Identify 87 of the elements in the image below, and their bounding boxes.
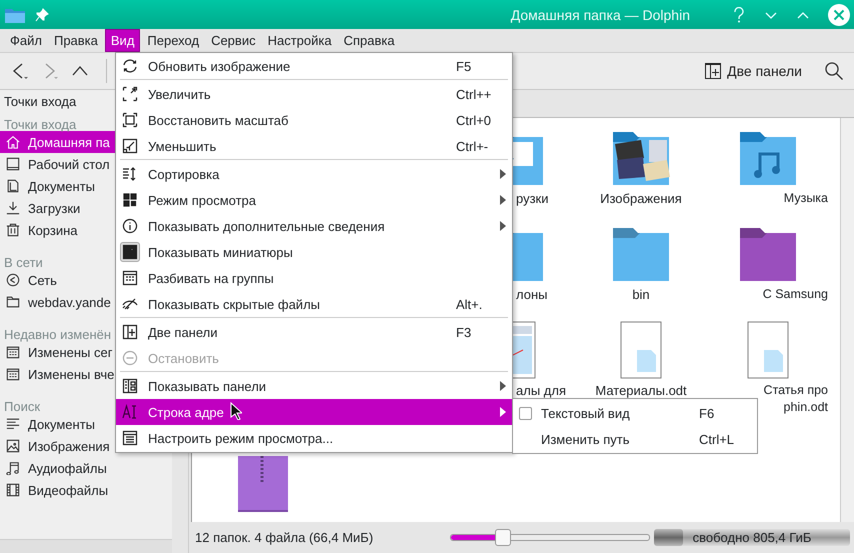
menu-item[interactable]: Увеличить Ctrl++ (116, 81, 512, 107)
menu-item[interactable]: Обновить изображение F5 (116, 53, 512, 79)
hidden-eye-icon (122, 296, 138, 312)
menu-item[interactable]: Показывать скрытые файлы Alt+. (116, 291, 512, 317)
file-name: Изображения (600, 190, 682, 207)
zoom-slider[interactable] (450, 529, 650, 546)
file-name: рузки (516, 190, 548, 207)
zoom-reset-icon (122, 112, 138, 128)
info-icon (122, 218, 138, 234)
section-label: Поиск (3, 398, 42, 413)
close-icon[interactable] (828, 4, 850, 26)
shortcut-label: Ctrl+0 (456, 112, 492, 128)
document-icon (6, 179, 20, 193)
split-button[interactable]: Две панели (699, 63, 808, 79)
file-name: Статья про phin.odt (764, 382, 829, 416)
music-note-icon (6, 461, 20, 475)
menu-item[interactable]: Настройка (262, 29, 337, 52)
menu-item[interactable]: Показывать панели (116, 373, 512, 399)
zoom-in-icon (122, 86, 138, 102)
split-panel-icon (122, 324, 138, 340)
section-label: В сети (3, 254, 44, 269)
folder-icon (6, 295, 20, 309)
menu-item[interactable]: Две панели F3 (116, 319, 512, 345)
download-icon (6, 201, 20, 215)
file-name: bin (632, 286, 650, 303)
help-icon[interactable] (732, 6, 746, 22)
menu-item[interactable]: Показывать дополнительные сведения (116, 213, 512, 239)
text-cursor-icon (122, 404, 138, 420)
panels-icon (122, 378, 138, 394)
view-mode-icon (122, 192, 138, 208)
menu-item[interactable]: Восстановить масштаб Ctrl+0 (116, 107, 512, 133)
list-icon (122, 430, 138, 446)
trash-icon (6, 223, 20, 237)
vertical-scrollbar[interactable] (840, 118, 854, 522)
checkbox[interactable] (519, 406, 532, 420)
home-icon (6, 135, 20, 149)
status-text: 12 папок. 4 файла (66,4 МиБ) (195, 530, 374, 545)
shortcut-label: Ctrl+L (699, 432, 736, 446)
menu-item[interactable]: Режим просмотра (116, 187, 512, 213)
calendar-icon (6, 345, 20, 359)
menu-item[interactable]: Показывать миниатюры (116, 239, 512, 265)
menu-item[interactable]: Текстовый вид F6 (513, 400, 757, 426)
shortcut-label: F3 (456, 324, 472, 340)
menu-item[interactable]: Файл (5, 29, 47, 52)
free-space-bar: свободно 805,4 ГиБ (654, 529, 850, 546)
file-name: C Samsung (762, 286, 829, 303)
calendar-icon (6, 367, 20, 381)
zoom-out-icon (122, 138, 138, 154)
menu-item[interactable]: Справка (338, 29, 400, 52)
film-icon (6, 483, 20, 497)
menu-item[interactable]: Сервис (206, 29, 261, 52)
horizontal-scrollbar[interactable] (0, 539, 172, 553)
text-lines-icon (6, 417, 20, 431)
file-name: алы для (516, 382, 566, 399)
shortcut-label: Alt+. (456, 296, 484, 312)
file-name: Материалы.odt (595, 382, 687, 399)
search-icon[interactable] (824, 61, 844, 81)
folder-icon (5, 6, 25, 22)
panel-title: Точки входа (3, 93, 78, 111)
grid-icon (122, 270, 138, 286)
menu-item[interactable]: Строка адре (116, 399, 512, 425)
section-label: Точки входа (3, 116, 78, 131)
network-icon (6, 273, 20, 287)
shortcut-label: F5 (456, 58, 472, 74)
desktop-icon (6, 157, 20, 171)
sidebar-item[interactable]: Видеофайлы (0, 479, 172, 501)
shortcut-label: F6 (699, 406, 716, 420)
file-name: Музыка (784, 190, 829, 207)
shortcut-label: Ctrl+- (456, 138, 490, 154)
stop-icon (122, 350, 138, 366)
window-title: Домашняя папка — Dolphin (510, 6, 691, 22)
mouse-cursor-icon (230, 402, 242, 420)
shortcut-label: Ctrl++ (456, 86, 492, 102)
pin-icon[interactable] (35, 8, 49, 22)
menu-item[interactable]: Настроить режим просмотра... (116, 425, 512, 451)
sidebar-item[interactable]: Аудиофайлы (0, 457, 172, 479)
split-panel-icon (705, 63, 722, 79)
menu-item[interactable]: Правка (48, 29, 103, 52)
menu-item[interactable]: Разбивать на группы (116, 265, 512, 291)
file-name: лоны (516, 286, 548, 303)
sort-icon (122, 166, 138, 182)
menu-item[interactable]: Изменить путь Ctrl+L (513, 426, 757, 452)
section-label: Недавно изменён (3, 326, 112, 341)
refresh-icon (122, 58, 138, 74)
menu-item[interactable]: Сортировка (116, 161, 512, 187)
menu-item[interactable]: Вид (104, 29, 140, 52)
menu-item[interactable]: Переход (142, 29, 204, 52)
